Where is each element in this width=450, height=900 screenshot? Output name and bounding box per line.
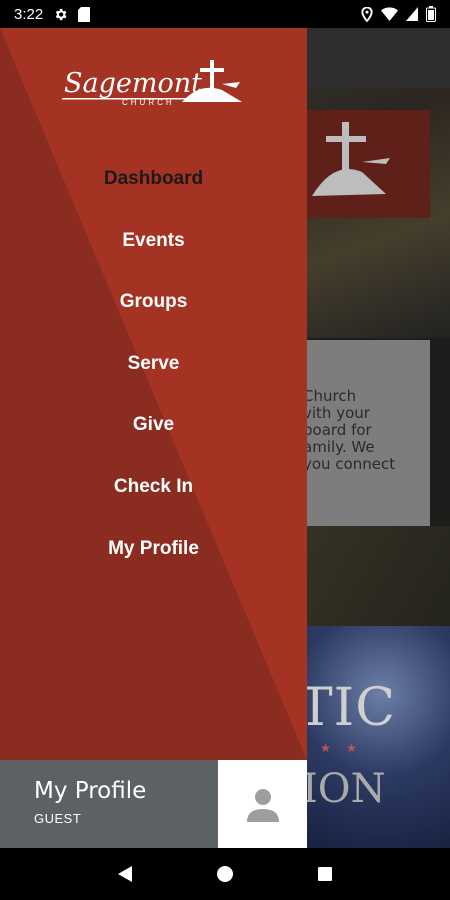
cross-logo-icon [312, 122, 390, 196]
menu-item-give[interactable]: Give [0, 394, 307, 456]
profile-role: GUEST [34, 811, 82, 826]
recents-icon [318, 867, 332, 881]
profile-bar[interactable]: My Profile GUEST [0, 760, 307, 848]
sd-card-icon [78, 6, 91, 22]
profile-info: My Profile GUEST [34, 778, 146, 826]
battery-icon [426, 6, 436, 22]
status-bar: 3:22 [0, 0, 450, 28]
navigation-drawer: Sagemont CHURCH Dashboard Events Groups … [0, 28, 307, 848]
signal-icon [406, 7, 418, 21]
avatar[interactable] [218, 760, 307, 848]
menu-item-events[interactable]: Events [0, 210, 307, 272]
menu-item-groups[interactable]: Groups [0, 271, 307, 333]
back-icon [118, 866, 132, 882]
home-icon [217, 866, 233, 882]
menu-item-serve[interactable]: Serve [0, 333, 307, 395]
svg-text:Sagemont: Sagemont [64, 68, 202, 99]
church-logo[interactable]: Sagemont CHURCH [62, 58, 244, 114]
person-icon [246, 789, 279, 822]
wifi-icon [381, 7, 398, 21]
menu-item-check-in[interactable]: Check In [0, 456, 307, 518]
system-nav-bar [0, 848, 450, 900]
menu-item-dashboard[interactable]: Dashboard [0, 148, 307, 210]
status-time: 3:22 [14, 5, 44, 23]
recents-button[interactable] [310, 859, 340, 889]
location-icon [361, 6, 373, 22]
profile-name: My Profile [34, 778, 147, 804]
gear-icon [53, 7, 68, 22]
background-logo-tile [290, 110, 430, 218]
home-button[interactable] [210, 859, 240, 889]
drawer-menu-area: Sagemont CHURCH Dashboard Events Groups … [0, 28, 307, 760]
back-button[interactable] [110, 859, 140, 889]
menu-item-my-profile[interactable]: My Profile [0, 518, 307, 580]
drawer-menu: Dashboard Events Groups Serve Give Check… [0, 148, 307, 579]
background-card: Church vith your board for amily. We you… [295, 340, 430, 526]
